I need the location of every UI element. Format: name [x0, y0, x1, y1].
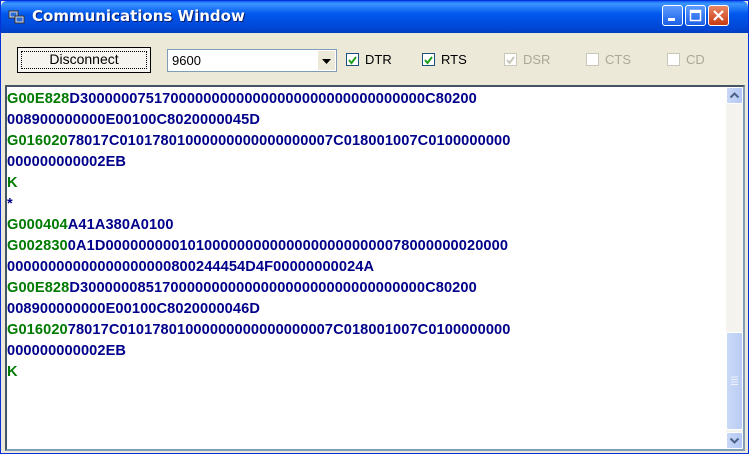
terminal-line: G01602078017C01017801000000000000000007C…	[7, 131, 725, 152]
terminal-line: G00E828D30000007517000000000000000000000…	[7, 89, 725, 110]
packet-data: A41A380A0100	[67, 217, 174, 233]
packet-data: 78017C01017801000000000000000007C0180010…	[67, 133, 511, 149]
check-icon	[506, 56, 515, 65]
scroll-up-button[interactable]	[726, 87, 743, 104]
terminal-output[interactable]: G00E828D30000007517000000000000000000000…	[5, 85, 745, 451]
packet-data: D300000085170000000000000000000000000000…	[69, 280, 477, 296]
packet-prefix: G002830	[7, 238, 68, 254]
disconnect-button[interactable]: Disconnect	[17, 47, 151, 73]
terminal-line: K	[7, 362, 725, 383]
maximize-button[interactable]	[685, 5, 706, 26]
terminal-line: 000000000002EB	[7, 152, 725, 173]
terminal-line: 008900000000E00100C8020000045D	[7, 110, 725, 131]
close-button[interactable]	[708, 5, 729, 26]
packet-prefix: K	[7, 175, 18, 191]
baud-rate-select[interactable]: 9600	[167, 49, 337, 72]
terminal-line: *	[7, 194, 725, 215]
packet-data: 000000000002EB	[7, 154, 127, 170]
packet-prefix: G00E828	[7, 91, 70, 107]
window-title: Communications Window	[32, 7, 245, 25]
packet-prefix: G016020	[7, 133, 68, 149]
terminal-line: G01602078017C01017801000000000000000007C…	[7, 320, 725, 341]
packet-data: 0A1D000000000101000000000000000000000007…	[67, 238, 509, 254]
checkbox-box	[667, 53, 680, 66]
title-bar[interactable]: Communications Window	[1, 1, 748, 33]
terminal-line: 00000000000000000000800244454D4F00000000…	[7, 257, 725, 278]
cts-label: CTS	[605, 52, 631, 67]
terminal-line: G000404A41A380A0100	[7, 215, 725, 236]
chevron-up-icon	[729, 92, 740, 99]
packet-prefix: G00E828	[7, 280, 70, 296]
packet-data: 008900000000E00100C8020000046D	[7, 301, 260, 317]
scroll-down-button[interactable]	[726, 432, 743, 449]
packet-data: D300000075170000000000000000000000000000…	[69, 91, 477, 107]
packet-data: 008900000000E00100C8020000045D	[7, 112, 260, 128]
chevron-down-icon	[729, 437, 740, 444]
terminal-line: 000000000002EB	[7, 341, 725, 362]
packet-prefix: G000404	[7, 217, 68, 233]
focus-ring	[21, 51, 147, 69]
checkbox-box	[504, 53, 517, 66]
terminal-line: G00E828D30000008517000000000000000000000…	[7, 278, 725, 299]
baud-rate-value: 9600	[172, 53, 201, 68]
packet-data: 00000000000000000000800244454D4F00000000…	[7, 259, 375, 275]
rts-label: RTS	[441, 52, 467, 67]
chevron-down-icon	[322, 59, 331, 64]
grip-icon	[731, 376, 738, 385]
check-icon	[348, 56, 357, 65]
packet-prefix: G016020	[7, 322, 68, 338]
vertical-scrollbar[interactable]	[726, 87, 743, 449]
checkbox-box[interactable]	[422, 53, 435, 66]
packet-data: 000000000002EB	[7, 343, 127, 359]
check-icon	[424, 56, 433, 65]
scroll-thumb[interactable]	[726, 332, 743, 430]
terminal-text: G00E828D30000007517000000000000000000000…	[7, 89, 725, 383]
checkbox-box[interactable]	[346, 53, 359, 66]
maximize-icon	[689, 9, 702, 22]
terminal-line: K	[7, 173, 725, 194]
close-icon	[713, 10, 724, 21]
minimize-button[interactable]	[662, 5, 683, 26]
dsr-label: DSR	[523, 52, 551, 67]
terminal-line: G0028300A1D00000000010100000000000000000…	[7, 236, 725, 257]
checkbox-box	[586, 53, 599, 66]
terminal-line: 008900000000E00100C8020000046D	[7, 299, 725, 320]
computers-icon	[8, 10, 25, 24]
cd-label: CD	[686, 52, 705, 67]
packet-data: *	[7, 196, 13, 212]
minimize-icon	[668, 18, 675, 21]
packet-prefix: K	[7, 364, 18, 380]
toolbar: Disconnect 9600 DTR RTS DSR CTS CD	[5, 38, 745, 78]
packet-data: 78017C01017801000000000000000007C0180010…	[67, 322, 511, 338]
dropdown-button[interactable]	[318, 51, 335, 70]
dtr-label: DTR	[365, 52, 392, 67]
communications-window: Communications Window Disconnect 9600 DT…	[0, 0, 749, 454]
